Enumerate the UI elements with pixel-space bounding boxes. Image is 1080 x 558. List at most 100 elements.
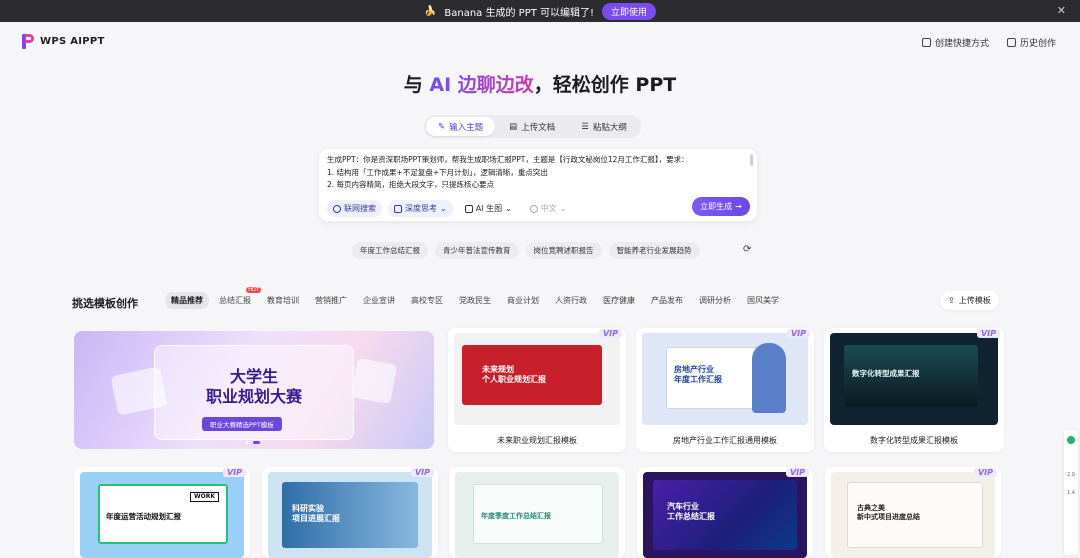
history-link[interactable]: 历史创作 [1006,36,1056,49]
template-card[interactable]: 年度运营活动规划汇报 WORK VIP [74,467,250,558]
image-icon [464,204,473,213]
suggestion-item[interactable]: 岗位竞聘述职报告 [525,242,602,259]
category-tab[interactable]: 人资行政 [549,292,593,309]
promo-cta-button[interactable]: 立即使用 [602,2,657,20]
category-tab[interactable]: 医疗健康 [597,292,641,309]
tab-upload-doc[interactable]: ▤ 上传文档 [497,117,567,136]
template-card[interactable]: 汽车行业 工作总结汇报 VIP [637,467,813,558]
web-search-label: 联网搜索 [344,204,376,213]
carousel-dots[interactable] [246,441,260,444]
web-search-toggle[interactable]: 联网搜索 [327,200,382,217]
hero-post: ，轻松创作 PPT [533,74,677,96]
thumb-title: 年度季度工作总结汇报 [481,512,551,520]
banner-subtitle: 职业大赛精选PPT模板 [202,417,282,431]
thumb-title: 古典之美 新中式项目进度总结 [857,504,920,521]
category-tabs: 精品推荐 总结汇报 HOT 教育培训 营销推广 企业宣讲 高校专区 党政民生 商业… [165,287,785,309]
document-icon: ▤ [509,121,518,132]
vip-badge: VIP [976,329,1000,338]
category-tab[interactable]: 总结汇报 HOT [213,287,261,309]
thumb-title: 年度运营活动规划汇报 [106,512,181,521]
logo-mark-icon [22,34,34,49]
deep-think-label: 深度思考 [405,204,437,213]
category-tab[interactable]: 教育培训 [261,292,305,309]
floating-side-toolbar[interactable]: 2.0 1.4 [1064,430,1078,555]
tab-paste-outline[interactable]: ☰ 粘贴大纲 [569,117,639,136]
template-card[interactable]: 未来规划 个人职业规划汇报 VIP 未来职业规划汇报模板 [448,328,626,452]
top-promo-banner: 🍌 Banana 生成的 PPT 可以编辑了! 立即使用 ✕ [0,0,1080,22]
arrow-right-icon: → [735,202,742,211]
category-tab[interactable]: 精品推荐 [165,292,209,309]
vip-badge: VIP [598,329,622,338]
banner-title-line1: 大学生 [229,367,278,386]
history-icon [1006,38,1016,47]
character-illustration [752,343,786,413]
shield-icon [1067,436,1075,444]
category-tab[interactable]: 企业宣讲 [357,292,401,309]
template-card[interactable]: 数字化转型成果汇报 VIP 数字化转型成果汇报模板 [824,328,1004,452]
ai-image-toggle[interactable]: AI 生图 ⌄ [459,200,518,217]
vip-badge: VIP [785,468,809,477]
thumb-title: 汽车行业 工作总结汇报 [667,502,715,521]
prompt-scrollbar[interactable] [750,154,753,166]
vip-badge: VIP [786,329,810,338]
ai-image-label: AI 生图 [475,204,503,213]
category-tab[interactable]: 营销推广 [309,292,353,309]
banana-icon: 🍌 [423,5,437,17]
side-stat: 2.0 [1067,472,1075,478]
language-select[interactable]: 中文 ⌄ [524,200,573,217]
language-icon [529,204,538,213]
outline-icon: ☰ [581,121,589,132]
template-card[interactable]: 年度季度工作总结汇报 [449,467,625,558]
hero-pre: 与 [403,74,430,96]
work-tag: WORK [190,492,219,502]
thumb-title: 数字化转型成果汇报 [852,369,920,378]
template-thumbnail: 数字化转型成果汇报 [830,333,998,425]
category-tab[interactable]: 国风美学 [741,292,785,309]
upload-template-button[interactable]: ⇪ 上传模板 [940,291,999,310]
globe-icon [333,204,341,213]
featured-banner-card[interactable]: 大学生 职业规划大赛 职业大赛精选PPT模板 [74,331,434,449]
suggestion-item[interactable]: 青少年普法宣传教育 [435,242,519,259]
chevron-down-icon: ⌄ [559,204,567,213]
template-thumbnail: 房地产行业 年度工作汇报 [642,333,808,425]
suggestion-item[interactable]: 年度工作总结汇报 [352,242,428,259]
banner-title-line2: 职业规划大赛 [205,387,302,406]
close-icon[interactable]: ✕ [1057,4,1066,17]
brain-icon [394,204,402,213]
prompt-line: 1. 结构用「工作成果+不足复盘+下月计划」，逻辑清晰，重点突出 [327,167,548,177]
logo[interactable]: WPS AIPPT [22,34,105,49]
prompt-textarea[interactable]: 生成PPT：你是资深职场PPT策划师，帮我生成职场汇报PPT，主题是【行政文秘岗… [327,154,747,192]
category-tab[interactable]: 调研分析 [693,292,737,309]
template-thumbnail: 年度运营活动规划汇报 WORK [80,472,244,558]
hot-badge: HOT [246,287,261,293]
chevron-down-icon: ⌄ [440,204,447,213]
template-card-label: 数字化转型成果汇报模板 [870,436,958,445]
deep-think-toggle[interactable]: 深度思考 ⌄ [388,200,453,217]
template-card[interactable]: 科研实验 项目进展汇报 VIP [262,467,438,558]
hero-highlight: AI 边聊边改 [429,74,534,96]
prompt-line: 2. 每页内容精简，拒绝大段文字，只提炼核心要点 [327,180,495,189]
history-label: 历史创作 [1019,39,1056,49]
tab-input-topic-label: 输入主题 [449,122,484,133]
tab-upload-doc-label: 上传文档 [521,122,556,133]
category-tab[interactable]: 产品发布 [645,292,689,309]
prompt-input-box[interactable]: 生成PPT：你是资深职场PPT策划师，帮我生成职场汇报PPT，主题是【行政文秘岗… [319,149,757,221]
suggestion-item[interactable]: 智能养老行业发展趋势 [608,242,700,259]
category-tab[interactable]: 高校专区 [405,292,449,309]
vip-badge: VIP [222,468,246,477]
template-thumbnail: 汽车行业 工作总结汇报 [643,472,807,558]
generate-button[interactable]: 立即生成 → [692,197,750,216]
thumb-title: 未来规划 个人职业规划汇报 [482,365,546,384]
tab-paste-outline-label: 粘贴大纲 [592,122,627,133]
refresh-icon[interactable]: ⟳ [743,244,751,255]
category-tab[interactable]: 商业计划 [501,292,545,309]
template-thumbnail: 科研实验 项目进展汇报 [268,472,432,558]
create-shortcut-link[interactable]: 创建快捷方式 [921,36,989,49]
tab-input-topic[interactable]: ✎ 输入主题 [426,117,496,136]
template-thumbnail: 未来规划 个人职业规划汇报 [454,333,620,425]
template-card[interactable]: 古典之美 新中式项目进度总结 VIP [825,467,1001,558]
sparkle-icon: ✎ [438,121,446,132]
template-card[interactable]: 房地产行业 年度工作汇报 VIP 房地产行业工作汇报通用模板 [636,328,814,452]
category-tab[interactable]: 党政民生 [453,292,497,309]
app-header: WPS AIPPT 创建快捷方式 历史创作 [0,22,1080,62]
